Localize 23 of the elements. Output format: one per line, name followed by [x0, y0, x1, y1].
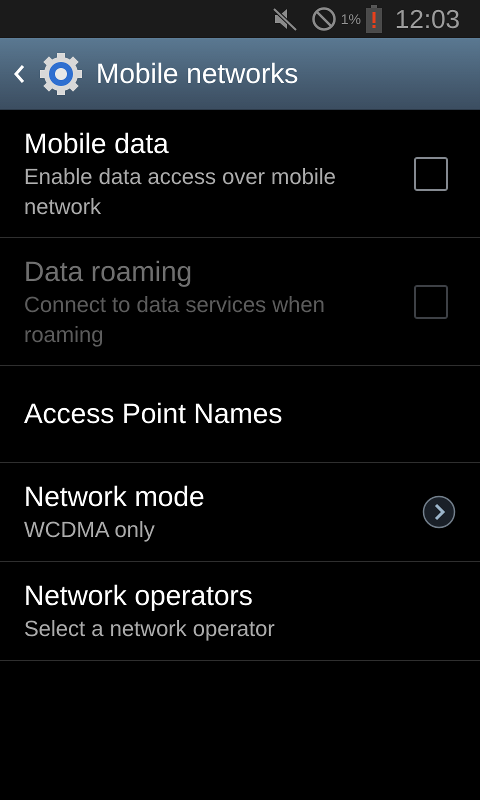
chevron-right-icon[interactable]	[422, 495, 456, 529]
row-title: Network operators	[24, 579, 254, 613]
battery-percent: 1%	[340, 10, 361, 28]
back-icon[interactable]	[12, 62, 26, 84]
row-title: Network mode	[24, 480, 206, 514]
mute-icon	[270, 6, 299, 32]
settings-row[interactable]: Mobile data Enable data access over mobile network	[0, 110, 480, 238]
row-summary: Enable data access over mobile network	[24, 162, 337, 220]
row-title: Mobile data	[24, 126, 170, 160]
settings-row[interactable]: Network operators Select a network operator	[0, 562, 480, 661]
battery-alert-icon	[364, 5, 383, 33]
screen-title: Mobile networks	[96, 56, 298, 90]
row-title: Data roaming	[24, 254, 194, 289]
clock: 12:03	[394, 2, 460, 36]
settings-row[interactable]: Network mode WCDMA only	[0, 463, 480, 562]
row-title: Access Point Names	[24, 397, 284, 431]
settings-row[interactable]: Access Point Names	[0, 366, 480, 463]
row-summary: Select a network operator	[24, 615, 276, 643]
row-summary: WCDMA only	[24, 516, 156, 544]
blocked-icon	[310, 6, 337, 32]
row-summary: Connect to data services when roaming	[24, 290, 326, 349]
checkbox[interactable]	[414, 156, 448, 190]
gear-icon	[38, 50, 84, 96]
